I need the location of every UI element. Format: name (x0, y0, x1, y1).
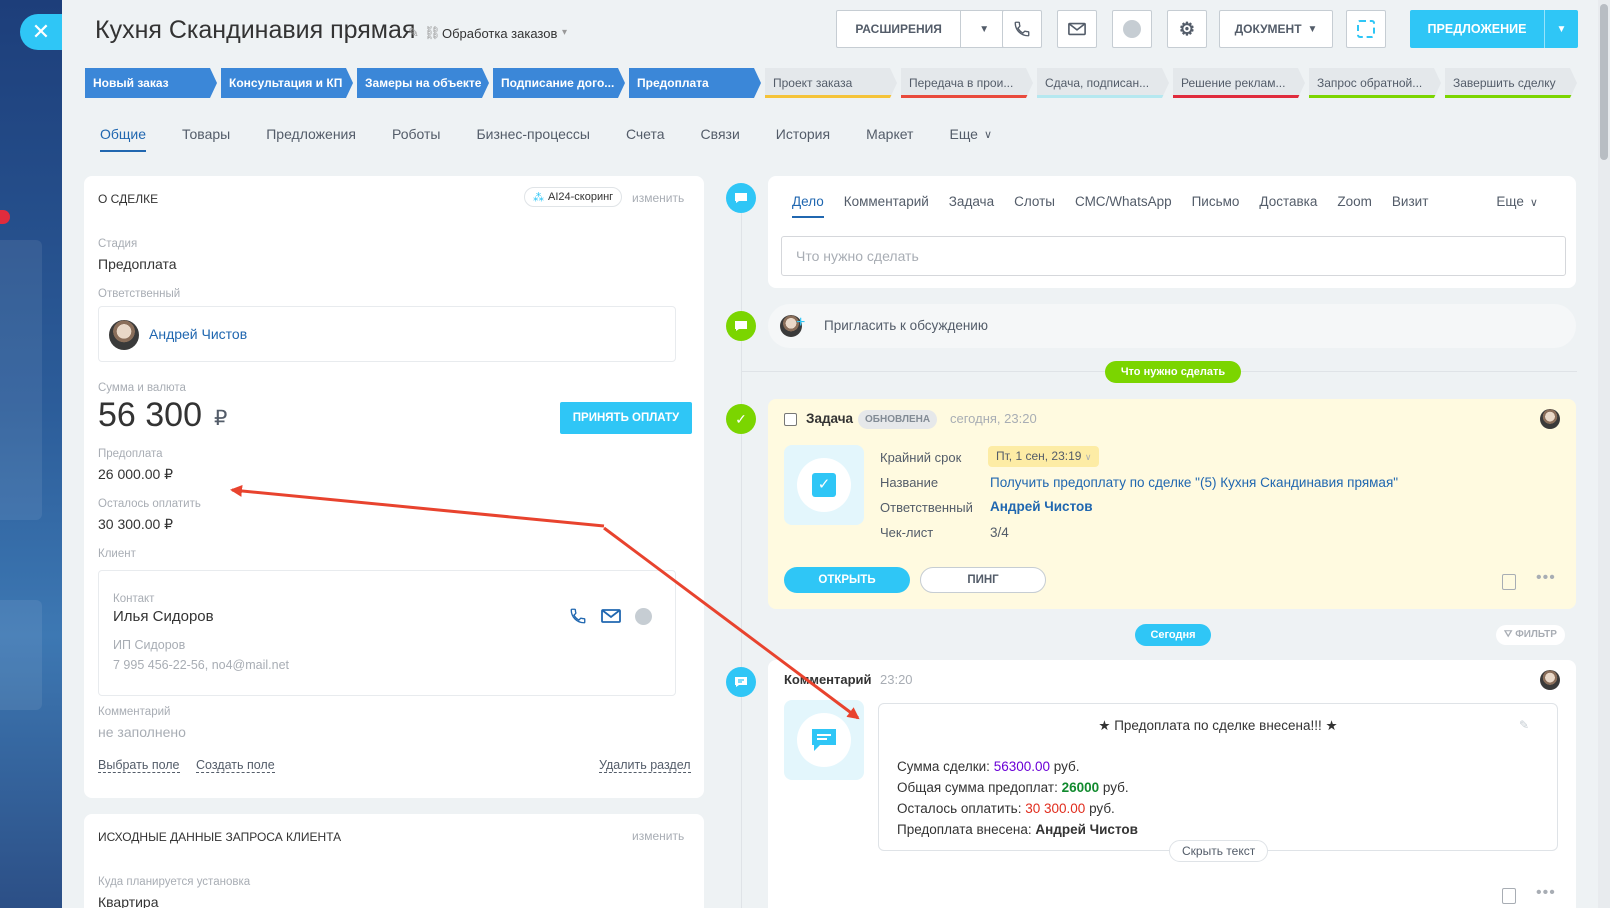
annotation-arrow (603, 526, 860, 720)
annotation-arrows (230, 484, 860, 720)
annotation-arrow (230, 484, 605, 528)
